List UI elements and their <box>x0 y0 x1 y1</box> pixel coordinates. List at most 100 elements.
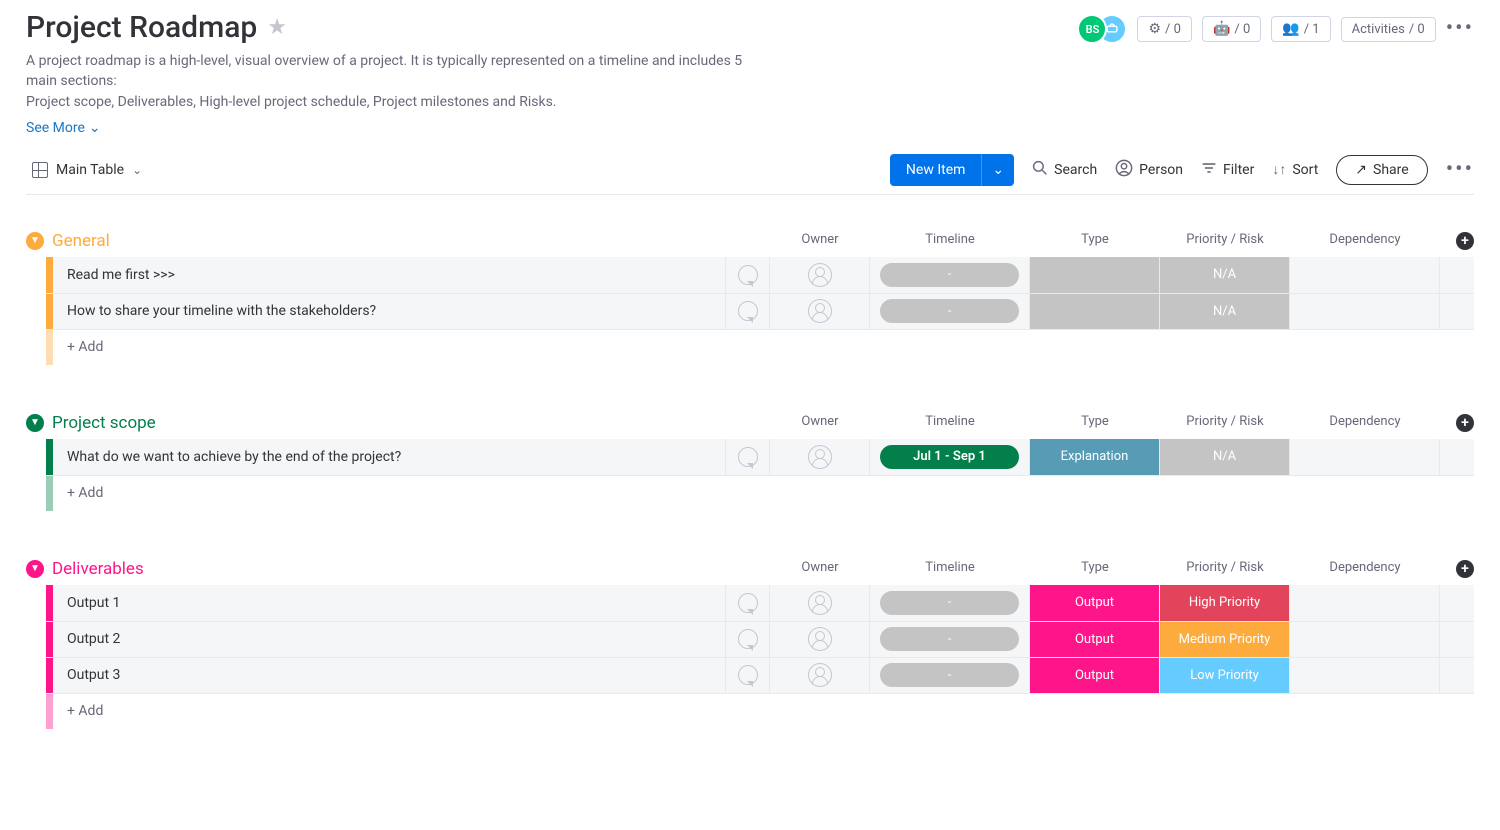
automations-pill[interactable]: 🤖 / 0 <box>1202 16 1261 42</box>
column-header-priority[interactable]: Priority / Risk <box>1160 414 1290 432</box>
owner-cell[interactable] <box>770 294 870 329</box>
add-item-label[interactable]: + Add <box>53 476 771 511</box>
table-row[interactable]: Output 2 - Output Medium Priority <box>46 621 1474 657</box>
table-row[interactable]: Output 3 - Output Low Priority <box>46 657 1474 693</box>
type-cell[interactable]: Output <box>1030 585 1160 621</box>
conversation-button[interactable] <box>726 257 770 293</box>
owner-cell[interactable] <box>770 439 870 475</box>
members-pill[interactable]: 👥 / 1 <box>1271 16 1330 42</box>
new-item-split-button[interactable]: New Item ⌄ <box>890 154 1014 186</box>
row-color-bar <box>46 622 53 657</box>
column-header-owner[interactable]: Owner <box>770 560 870 578</box>
conversation-button[interactable] <box>726 622 770 657</box>
type-cell[interactable]: Explanation <box>1030 439 1160 475</box>
item-name-cell[interactable]: Output 2 <box>53 622 726 657</box>
new-item-dropdown[interactable]: ⌄ <box>981 154 1014 186</box>
search-action[interactable]: Search <box>1032 160 1097 180</box>
group-collapse-toggle[interactable]: ▼ General <box>26 231 110 251</box>
group-collapse-toggle[interactable]: ▼ Project scope <box>26 413 156 433</box>
column-header-priority[interactable]: Priority / Risk <box>1160 232 1290 250</box>
priority-cell[interactable]: N/A <box>1160 439 1290 475</box>
column-header-type[interactable]: Type <box>1030 560 1160 578</box>
column-header-timeline[interactable]: Timeline <box>870 414 1030 432</box>
dependency-cell[interactable] <box>1290 439 1440 475</box>
column-header-type[interactable]: Type <box>1030 414 1160 432</box>
group-collapse-toggle[interactable]: ▼ Deliverables <box>26 559 144 579</box>
timeline-cell[interactable]: - <box>870 622 1030 657</box>
owner-cell[interactable] <box>770 658 870 693</box>
add-item-row[interactable]: + Add <box>46 475 1474 511</box>
add-item-label[interactable]: + Add <box>53 330 771 365</box>
activities-pill[interactable]: Activities / 0 <box>1341 17 1436 42</box>
item-name-cell[interactable]: Output 1 <box>53 585 726 621</box>
see-more-link[interactable]: See More ⌄ <box>26 120 101 136</box>
type-cell[interactable]: Output <box>1030 622 1160 657</box>
column-header-dependency[interactable]: Dependency <box>1290 414 1440 432</box>
group-title[interactable]: General <box>52 231 110 251</box>
add-column-button[interactable]: + <box>1456 414 1474 432</box>
owner-cell[interactable] <box>770 257 870 293</box>
item-name-cell[interactable]: How to share your timeline with the stak… <box>53 294 726 329</box>
table-row[interactable]: What do we want to achieve by the end of… <box>46 439 1474 475</box>
timeline-cell[interactable]: - <box>870 294 1030 329</box>
priority-cell[interactable]: High Priority <box>1160 585 1290 621</box>
person-icon <box>808 299 832 323</box>
conversation-button[interactable] <box>726 585 770 621</box>
owner-cell[interactable] <box>770 622 870 657</box>
more-menu-icon[interactable]: ••• <box>1446 18 1474 40</box>
priority-cell[interactable]: N/A <box>1160 257 1290 293</box>
type-cell[interactable]: Output <box>1030 658 1160 693</box>
toolbar-more-icon[interactable]: ••• <box>1446 159 1474 181</box>
add-column-button[interactable]: + <box>1456 560 1474 578</box>
integrations-pill[interactable]: ⚙ / 0 <box>1137 16 1191 42</box>
table-row[interactable]: How to share your timeline with the stak… <box>46 293 1474 329</box>
favorite-star-icon[interactable]: ★ <box>267 15 287 40</box>
timeline-cell[interactable]: - <box>870 585 1030 621</box>
column-header-priority[interactable]: Priority / Risk <box>1160 560 1290 578</box>
column-header-timeline[interactable]: Timeline <box>870 560 1030 578</box>
add-item-row[interactable]: + Add <box>46 329 1474 365</box>
share-button[interactable]: ↗ Share <box>1336 155 1427 185</box>
row-color-bar <box>46 658 53 693</box>
filter-action[interactable]: Filter <box>1201 160 1254 180</box>
add-item-label[interactable]: + Add <box>53 694 771 729</box>
table-row[interactable]: Read me first >>> - N/A <box>46 257 1474 293</box>
add-item-row[interactable]: + Add <box>46 693 1474 729</box>
group-title[interactable]: Project scope <box>52 413 156 433</box>
add-column-button[interactable]: + <box>1456 232 1474 250</box>
item-name-cell[interactable]: Output 3 <box>53 658 726 693</box>
item-name-cell[interactable]: Read me first >>> <box>53 257 726 293</box>
column-header-owner[interactable]: Owner <box>770 232 870 250</box>
timeline-cell[interactable]: Jul 1 - Sep 1 <box>870 439 1030 475</box>
priority-cell[interactable]: N/A <box>1160 294 1290 329</box>
column-header-timeline[interactable]: Timeline <box>870 232 1030 250</box>
board-view-switcher[interactable]: Main Table ⌄ <box>26 158 148 182</box>
column-header-dependency[interactable]: Dependency <box>1290 560 1440 578</box>
person-filter-action[interactable]: Person <box>1115 159 1183 181</box>
priority-cell[interactable]: Medium Priority <box>1160 622 1290 657</box>
dependency-cell[interactable] <box>1290 622 1440 657</box>
type-cell[interactable] <box>1030 257 1160 293</box>
type-cell[interactable] <box>1030 294 1160 329</box>
chevron-down-icon: ⌄ <box>89 120 101 136</box>
sort-action[interactable]: ↓↑ Sort <box>1272 161 1318 178</box>
table-row[interactable]: Output 1 - Output High Priority <box>46 585 1474 621</box>
column-header-owner[interactable]: Owner <box>770 414 870 432</box>
dependency-cell[interactable] <box>1290 585 1440 621</box>
dependency-cell[interactable] <box>1290 294 1440 329</box>
owner-cell[interactable] <box>770 585 870 621</box>
column-header-type[interactable]: Type <box>1030 232 1160 250</box>
item-name-cell[interactable]: What do we want to achieve by the end of… <box>53 439 726 475</box>
conversation-button[interactable] <box>726 294 770 329</box>
conversation-button[interactable] <box>726 439 770 475</box>
column-header-dependency[interactable]: Dependency <box>1290 232 1440 250</box>
dependency-cell[interactable] <box>1290 257 1440 293</box>
priority-cell[interactable]: Low Priority <box>1160 658 1290 693</box>
new-item-button[interactable]: New Item <box>890 154 982 186</box>
timeline-cell[interactable]: - <box>870 257 1030 293</box>
dependency-cell[interactable] <box>1290 658 1440 693</box>
board-members-avatars[interactable]: BS <box>1077 14 1127 44</box>
group-title[interactable]: Deliverables <box>52 559 144 579</box>
conversation-button[interactable] <box>726 658 770 693</box>
timeline-cell[interactable]: - <box>870 658 1030 693</box>
